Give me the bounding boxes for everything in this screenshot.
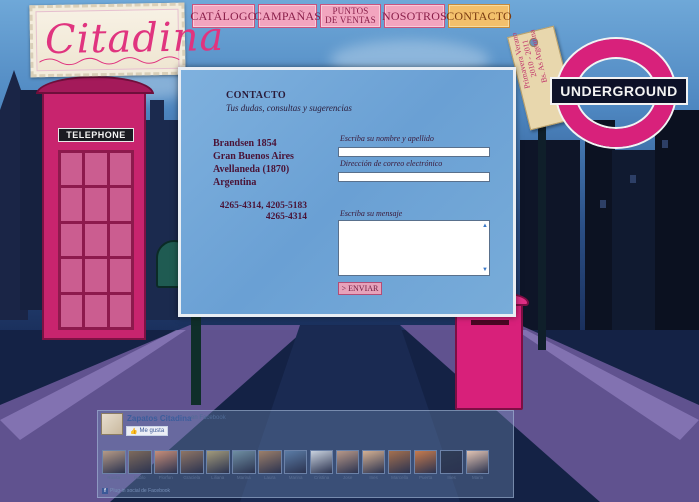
scroll-down-icon[interactable]: ▼ [482,267,488,273]
street-lamp [538,110,546,350]
friend-photo[interactable] [102,450,126,474]
friend-photo[interactable] [127,450,152,474]
friend-name: Marina [236,474,251,480]
facebook-plugin-footer[interactable]: f Plug-in social de Facebook [102,488,170,494]
name-input[interactable] [338,147,490,157]
friend-photo[interactable] [335,450,360,474]
friend-photo[interactable] [179,450,204,474]
facebook-like-button[interactable]: 👍 Me gusta [126,426,169,436]
message-label: Escriba su mensaje [340,209,403,218]
facebook-friend[interactable]: Maria [465,450,490,480]
friend-name: Florfon [158,474,173,480]
nav-puntos-line2: DE VENTAS [325,15,376,25]
friend-name: Puerta [418,474,433,480]
facebook-friend[interactable]: Ines [361,450,386,480]
friend-photo[interactable] [439,450,464,474]
facebook-page-name[interactable]: Zapatos Citadina [127,414,191,423]
facebook-friend[interactable]: Florfon [153,450,178,480]
friend-photo[interactable] [257,450,282,474]
friend-name: Ines [447,474,456,480]
facebook-icon: f [102,488,108,494]
message-textarea[interactable] [338,220,490,276]
facebook-friend[interactable]: Marcella [387,450,412,480]
logo-wave-icon [39,56,180,66]
friend-name: Marina [288,474,303,480]
nav-puntos-de-ventas[interactable]: PUNTOS DE VENTAS [320,4,381,28]
friend-name: Liliana [211,474,225,480]
address-block: Brandsen 1854 Gran Buenos Aires Avellane… [213,138,294,188]
message-scrollbar[interactable]: ▲ ▼ [480,221,490,275]
pillar-box-slot [471,320,509,325]
nav-nosotros[interactable]: NOSOTROS [382,4,447,28]
name-label: Escriba su nombre y apellido [340,134,434,143]
facebook-like-label: Me gusta [139,428,165,434]
facebook-page-avatar[interactable] [101,413,123,435]
friend-photo[interactable] [309,450,334,474]
facebook-friend[interactable]: Jose [335,450,360,480]
friend-name: Jose [342,474,353,480]
facebook-friend[interactable]: Pablo [127,450,152,480]
friend-photo[interactable] [387,450,412,474]
phone-numbers: 4265-4314, 4205-5183 4265-4314 [219,201,307,222]
friend-photo[interactable] [205,450,230,474]
friend-photo[interactable] [283,450,308,474]
facebook-friend[interactable]: Liliana [205,450,230,480]
page-subtitle: Tus dudas, consultas y sugerencias [226,103,352,113]
email-input[interactable] [338,172,490,182]
booth-windows [58,150,134,330]
facebook-friends-list: Rosita Pablo Florfon Graciela Liliana Marina L… [102,450,490,480]
friend-name: Graciela [183,474,201,480]
page-title: CONTACTO [226,90,287,101]
friend-photo[interactable] [465,450,490,474]
friend-name: Pablo [134,474,146,480]
friend-name: Rosita [107,474,121,480]
email-label: Dirección de correo electrónico [340,159,443,168]
facebook-friend[interactable]: Marina [231,450,256,480]
facebook-friend[interactable]: Marina [283,450,308,480]
friend-name: Cristina [314,474,330,480]
friend-photo[interactable] [153,450,178,474]
friend-name: Maria [471,474,484,480]
facebook-friend[interactable]: Graciela [179,450,204,480]
facebook-friend[interactable]: Ines [439,450,464,480]
send-button[interactable]: > ENVIAR [338,282,382,295]
phone-booth: TELEPHONE [36,76,154,340]
telephone-sign: TELEPHONE [58,128,134,142]
facebook-friend[interactable]: Laura [257,450,282,480]
friend-name: Marcella [391,474,409,480]
thumbs-up-icon: 👍 [130,428,138,435]
facebook-friend[interactable]: Puerta [413,450,438,480]
friend-photo[interactable] [361,450,386,474]
friend-photo[interactable] [231,450,256,474]
scroll-up-icon[interactable]: ▲ [482,223,488,229]
facebook-on-text: en Facebook [191,415,226,421]
facebook-friend[interactable]: Cristina [309,450,334,480]
nav-campanas[interactable]: CAMPAÑAS [254,4,321,28]
nav-contacto[interactable]: CONTACTO [446,4,512,28]
main-nav: CATÁLOGO CAMPAÑAS PUNTOS DE VENTAS NOSOT… [190,4,512,30]
underground-sign: UNDERGROUND [550,77,688,105]
friend-name: Laura [263,474,276,480]
logo-stamp[interactable]: Citadina [29,2,225,78]
nav-catalogo[interactable]: CATÁLOGO [190,4,256,28]
friend-name: Ines [369,474,378,480]
facebook-plugin-text: Plug-in social de Facebook [110,488,171,494]
facebook-friend[interactable]: Rosita [102,450,126,480]
friend-photo[interactable] [413,450,438,474]
